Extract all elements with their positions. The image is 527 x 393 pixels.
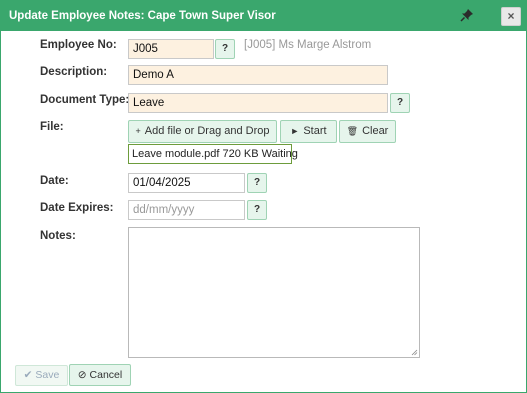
dialog-title: Update Employee Notes: Cape Town Super V…	[9, 10, 276, 22]
description-label: Description:	[40, 66, 108, 78]
date-expires-label: Date Expires:	[40, 202, 114, 214]
employee-lookup-button[interactable]: ?	[215, 39, 235, 59]
check-icon: ✔	[23, 369, 33, 381]
save-label: Save	[35, 369, 60, 381]
dialog-titlebar[interactable]: Update Employee Notes: Cape Town Super V…	[1, 1, 526, 31]
add-file-label: Add file or Drag and Drop	[144, 125, 270, 137]
close-button[interactable]: ×	[501, 7, 521, 26]
update-employee-notes-dialog: Update Employee Notes: Cape Town Super V…	[0, 0, 527, 393]
date-field[interactable]: 01/04/2025	[128, 173, 245, 193]
cancel-label: Cancel	[89, 369, 123, 381]
start-upload-button[interactable]: ► Start	[280, 120, 337, 143]
trash-icon: 🗑	[346, 126, 359, 136]
document-type-label: Document Type:	[40, 94, 130, 106]
notes-textarea[interactable]	[128, 227, 420, 358]
employee-no-field[interactable]: J005	[128, 39, 214, 59]
date-expires-field[interactable]: dd/mm/yyyy	[128, 200, 245, 220]
file-queue-item: Leave module.pdf 720 KB Waiting	[128, 144, 298, 164]
add-file-button[interactable]: + Add file or Drag and Drop	[128, 120, 277, 143]
save-button[interactable]: ✔ Save	[15, 365, 68, 386]
resize-grip-icon[interactable]	[411, 349, 418, 356]
cancel-button[interactable]: ⊘ Cancel	[69, 364, 131, 386]
play-icon: ►	[290, 126, 300, 136]
pin-icon[interactable]	[460, 8, 474, 22]
plus-icon: +	[135, 126, 141, 136]
document-type-field[interactable]: Leave	[128, 93, 388, 113]
start-label: Start	[303, 125, 327, 137]
file-label: File:	[40, 121, 64, 133]
date-expires-picker-button[interactable]: ?	[247, 200, 267, 220]
document-type-lookup-button[interactable]: ?	[390, 93, 410, 113]
clear-label: Clear	[362, 125, 389, 137]
employee-no-label: Employee No:	[40, 39, 117, 51]
description-field[interactable]: Demo A	[128, 65, 388, 85]
clear-upload-button[interactable]: 🗑 Clear	[339, 120, 396, 143]
notes-label: Notes:	[40, 230, 76, 242]
employee-resolved-name: [J005] Ms Marge Alstrom	[244, 39, 372, 51]
cancel-icon: ⊘	[77, 369, 87, 381]
date-picker-button[interactable]: ?	[247, 173, 267, 193]
date-label: Date:	[40, 175, 69, 187]
